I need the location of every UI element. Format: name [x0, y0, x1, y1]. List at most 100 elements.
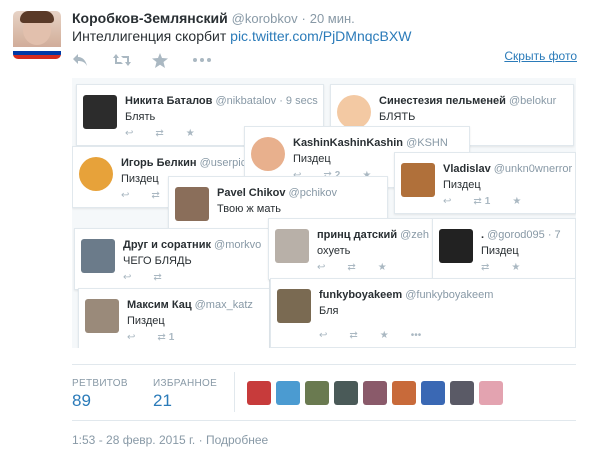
- reply-icon: ↩: [121, 190, 130, 201]
- collage-avatar: [401, 163, 435, 197]
- stats-divider: [234, 372, 235, 412]
- collage-name: Pavel Chikov: [217, 187, 286, 199]
- tweet-photo-collage[interactable]: Никита Баталов @nikbatalov · 9 secs Блят…: [72, 78, 576, 348]
- details-link[interactable]: Подробнее: [206, 433, 268, 447]
- tweet-body: Интеллигенция скорбит: [72, 28, 227, 44]
- hide-photo-link[interactable]: Скрыть фото: [504, 49, 577, 63]
- collage-name: Максим Кац: [127, 299, 192, 311]
- favoriter-avatar[interactable]: [305, 381, 329, 405]
- collage-actions: ↩ ⇄: [121, 190, 160, 201]
- retweets-count[interactable]: 89: [72, 391, 91, 411]
- collage-avatar: [83, 95, 117, 129]
- collage-avatar: [81, 239, 115, 273]
- tweet-footer: 1:53 - 28 февр. 2015 г. · Подробнее: [72, 433, 268, 447]
- tweet-timestamp[interactable]: 1:53 - 28 февр. 2015 г.: [72, 433, 195, 447]
- author-name[interactable]: Коробков-Землянский: [72, 10, 228, 26]
- collage-actions: ↩ ⇄ ★: [317, 262, 387, 273]
- favoriter-avatar[interactable]: [479, 381, 503, 405]
- reply-icon: ↩: [319, 330, 328, 341]
- retweet-icon[interactable]: [112, 51, 152, 69]
- retweet-icon: ⇄: [347, 262, 356, 273]
- collage-text: Твою ж мать: [217, 203, 282, 215]
- collage-actions: ↩ ⇄ ★: [125, 128, 195, 139]
- collage-actions: ⇄ ★: [481, 262, 520, 273]
- collage-text: БЛЯТЬ: [379, 111, 416, 123]
- more-icon[interactable]: [192, 51, 232, 69]
- collage-name: Друг и соратник: [123, 239, 211, 251]
- collage-text: Бля: [319, 305, 339, 317]
- collage-name: Никита Баталов: [125, 95, 213, 107]
- retweet-icon: ⇄: [155, 128, 164, 139]
- collage-handle: @funkyboyakeem: [405, 289, 494, 301]
- collage-avatar: [79, 157, 113, 191]
- favorites-label: ИЗБРАННОЕ: [153, 378, 218, 389]
- favorites-count[interactable]: 21: [153, 391, 172, 411]
- author-handle[interactable]: @korobkov: [232, 11, 298, 26]
- author-avatar[interactable]: [13, 11, 61, 59]
- retweet-icon: ⇄: [151, 190, 160, 201]
- collage-handle: @gorod095 · 7: [487, 229, 561, 241]
- collage-actions: ↩ ⇄ 1: [127, 332, 174, 343]
- collage-text: Пиздец: [127, 315, 165, 327]
- collage-name: принц датский: [317, 229, 398, 241]
- favoriter-avatar[interactable]: [421, 381, 445, 405]
- reply-icon: ↩: [317, 262, 326, 273]
- retweet-icon: ⇄ 1: [473, 196, 491, 207]
- collage-actions: ↩ ⇄ 1 ★: [443, 196, 521, 207]
- divider: [72, 364, 576, 365]
- collage-text: Пиздец: [481, 245, 519, 257]
- collage-avatar: [251, 137, 285, 171]
- collage-avatar: [275, 229, 309, 263]
- favoriter-avatar[interactable]: [450, 381, 474, 405]
- collage-tweet-card: Vladislav @unkn0wnerror Пиздец ↩ ⇄ 1 ★: [394, 152, 576, 214]
- reply-icon[interactable]: [72, 51, 112, 69]
- favoriter-avatar[interactable]: [247, 381, 271, 405]
- collage-avatar: [175, 187, 209, 221]
- favorite-icon: ★: [512, 196, 522, 207]
- tweet-actions: [72, 51, 232, 69]
- favoriter-avatar[interactable]: [392, 381, 416, 405]
- collage-handle: @nikbatalov · 9 secs: [215, 95, 318, 107]
- tweet-text: Интеллигенция скорбит pic.twitter.com/Pj…: [72, 28, 411, 44]
- collage-name: Kashin⁣Kashin⁣Kashin: [293, 137, 404, 149]
- separator-dot: ·: [198, 433, 203, 447]
- collage-tweet-card: . @gorod095 · 7 Пиздец ⇄ ★: [432, 218, 576, 280]
- retweet-count: 1: [168, 332, 175, 343]
- collage-tweet-card: принц датский @zeh охуеть ↩ ⇄ ★: [268, 218, 458, 280]
- collage-avatar: [337, 95, 371, 129]
- tweet-media-link[interactable]: pic.twitter.com/PjDMnqcBXW: [230, 28, 411, 44]
- tweet-time[interactable]: 20 мин.: [310, 11, 355, 26]
- collage-handle: @belokur: [509, 95, 557, 107]
- collage-text: Пиздец: [443, 179, 481, 191]
- collage-text: Пиздец: [293, 153, 331, 165]
- collage-handle: @morkvo: [214, 239, 262, 251]
- retweet-icon: ⇄: [349, 330, 358, 341]
- retweet-count: 1: [484, 196, 491, 207]
- collage-name: Синестезия пельменей: [379, 95, 506, 107]
- collage-name: .: [481, 229, 485, 241]
- collage-avatar: [439, 229, 473, 263]
- reply-icon: ↩: [125, 128, 134, 139]
- favorite-icon: ★: [511, 262, 521, 273]
- collage-text: Блять: [125, 111, 156, 123]
- favorite-icon: ★: [379, 330, 389, 341]
- retweet-icon: ⇄: [153, 272, 162, 283]
- retweet-icon: ⇄ 1: [157, 332, 175, 343]
- favoriter-avatar[interactable]: [363, 381, 387, 405]
- collage-tweet-card: Максим Кац @max_katz Пиздец ↩ ⇄ 1: [78, 288, 270, 348]
- reply-icon: ↩: [443, 196, 452, 207]
- favorite-icon[interactable]: [152, 51, 192, 69]
- collage-tweet-card: funkyboyakeem @funkyboyakeem Бля ↩ ⇄ ★ •••: [270, 278, 576, 348]
- collage-name: funkyboyakeem: [319, 289, 403, 301]
- collage-text: ЧЕГО БЛЯДЬ: [123, 255, 192, 267]
- tweet-header: Коробков-Землянский @korobkov · 20 мин.: [72, 10, 355, 26]
- reply-icon: ↩: [127, 332, 136, 343]
- more-icon: •••: [410, 330, 422, 341]
- separator-dot: ·: [301, 11, 306, 26]
- collage-handle: @KSHN: [406, 137, 448, 149]
- favoriter-avatar[interactable]: [334, 381, 358, 405]
- collage-tweet-card: Друг и соратник @morkvo ЧЕГО БЛЯДЬ ↩ ⇄: [74, 228, 270, 290]
- favoriter-avatar[interactable]: [276, 381, 300, 405]
- collage-handle: @max_katz: [194, 299, 253, 311]
- collage-name: Vladislav: [443, 163, 491, 175]
